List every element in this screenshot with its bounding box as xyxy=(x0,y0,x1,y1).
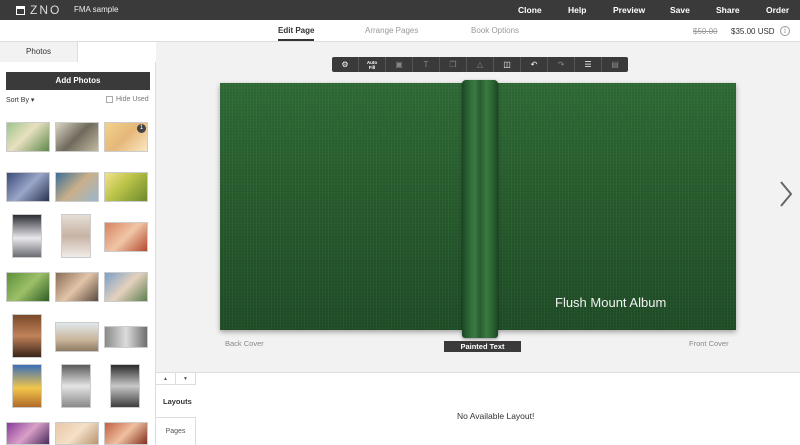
next-page-arrow-icon[interactable] xyxy=(778,180,794,208)
album-spine[interactable] xyxy=(462,80,498,338)
pages-tab[interactable]: Pages xyxy=(156,417,196,445)
photo-thumbnail[interactable] xyxy=(61,214,91,258)
preview-button[interactable]: Preview xyxy=(613,5,645,15)
photo-thumbnail[interactable] xyxy=(104,222,148,252)
tab-arrange-pages[interactable]: Arrange Pages xyxy=(365,26,418,35)
original-price: $50.00 xyxy=(693,27,718,36)
photo-thumbnail[interactable] xyxy=(110,364,140,408)
photo-thumbnail[interactable] xyxy=(55,422,99,445)
add-photos-button[interactable]: Add Photos xyxy=(6,72,150,90)
photo-thumbnail[interactable] xyxy=(12,214,42,258)
clear-layout-icon[interactable]: ☰ xyxy=(575,57,602,72)
photo-thumbnail[interactable] xyxy=(55,322,99,352)
auto-fill-button[interactable]: Auto Fill xyxy=(359,57,386,72)
logo-text: ZNO xyxy=(30,3,62,17)
hide-used-label: Hide Used xyxy=(116,96,149,103)
settings-icon[interactable]: ⚙ xyxy=(332,57,359,72)
cover-title-text[interactable]: Flush Mount Album xyxy=(555,295,666,310)
copy-icon[interactable]: ❐ xyxy=(440,57,467,72)
layouts-panel: ▲ ▼ Layouts Pages No Available Layout! xyxy=(156,372,800,445)
redo-icon[interactable]: ↷ xyxy=(548,57,575,72)
top-bar: ZNO FMA sample Clone Help Preview Save S… xyxy=(0,0,800,20)
photo-thumbnail[interactable] xyxy=(6,172,50,202)
photo-thumbnail[interactable] xyxy=(6,122,50,152)
photo-thumbnail[interactable] xyxy=(6,272,50,302)
usage-count-badge: 1 xyxy=(137,124,146,133)
editor-tab-bar: Edit Page Arrange Pages Book Options $50… xyxy=(0,20,800,42)
photo-thumbnail[interactable] xyxy=(104,172,148,202)
clone-button[interactable]: Clone xyxy=(518,5,542,15)
back-cover-label: Back Cover xyxy=(225,339,264,348)
no-layout-message: No Available Layout! xyxy=(457,411,535,421)
info-icon[interactable]: i xyxy=(780,26,790,36)
hide-used-option[interactable]: Hide Used xyxy=(106,96,149,103)
sticker-icon[interactable]: ◫ xyxy=(494,57,521,72)
save-button[interactable]: Save xyxy=(670,5,690,15)
text-icon[interactable]: T xyxy=(413,57,440,72)
auto-fill-label-1: Auto xyxy=(366,59,378,65)
zno-logo[interactable]: ZNO xyxy=(16,3,61,17)
logo-mark-icon xyxy=(16,5,25,15)
current-price: $35.00 USD xyxy=(731,27,775,36)
photo-thumbnail[interactable] xyxy=(104,272,148,302)
photo-thumbnail[interactable] xyxy=(55,172,99,202)
tab-edit-page[interactable]: Edit Page xyxy=(278,26,315,41)
painted-text-label[interactable]: Painted Text xyxy=(444,341,521,352)
expand-up-icon[interactable]: ▲ xyxy=(156,373,176,384)
page-icon[interactable]: ▤ xyxy=(602,57,628,72)
shape-icon[interactable]: △ xyxy=(467,57,494,72)
edit-toolbar: ⚙ Auto Fill ▣ T ❐ △ ◫ ↶ ↷ ☰ ▤ xyxy=(332,57,628,72)
photo-thumbnail[interactable]: 1 xyxy=(104,122,148,152)
photo-thumbnail[interactable] xyxy=(12,364,42,408)
undo-icon[interactable]: ↶ xyxy=(521,57,548,72)
help-button[interactable]: Help xyxy=(568,5,586,15)
front-cover-label: Front Cover xyxy=(689,339,729,348)
tab-blank[interactable] xyxy=(78,42,156,62)
panel-toggle-group: ▲ ▼ xyxy=(156,373,196,385)
photo-thumbnail[interactable] xyxy=(104,326,148,348)
auto-fill-label-2: Fill xyxy=(368,64,376,70)
photo-thumbnail[interactable] xyxy=(6,422,50,445)
photo-thumbnail[interactable] xyxy=(55,272,99,302)
sort-by-dropdown[interactable]: Sort By ▾ xyxy=(6,96,34,104)
photo-thumbnail[interactable] xyxy=(55,122,99,152)
tab-photos[interactable]: Photos xyxy=(0,42,78,62)
photo-thumbnail[interactable] xyxy=(12,314,42,358)
photo-thumbnail[interactable] xyxy=(104,422,148,445)
project-name[interactable]: FMA sample xyxy=(74,5,118,14)
photos-sidebar: Photos Add Photos Sort By ▾ Hide Used 1 xyxy=(0,42,156,445)
order-button[interactable]: Order xyxy=(766,5,789,15)
share-button[interactable]: Share xyxy=(716,5,740,15)
hide-used-checkbox[interactable] xyxy=(106,96,113,103)
sidebar-tabs: Photos xyxy=(0,42,156,62)
photo-thumbnail[interactable] xyxy=(61,364,91,408)
tab-book-options[interactable]: Book Options xyxy=(471,26,519,35)
layouts-tab[interactable]: Layouts xyxy=(163,397,192,406)
collapse-down-icon[interactable]: ▼ xyxy=(176,373,195,384)
image-frame-icon[interactable]: ▣ xyxy=(386,57,413,72)
